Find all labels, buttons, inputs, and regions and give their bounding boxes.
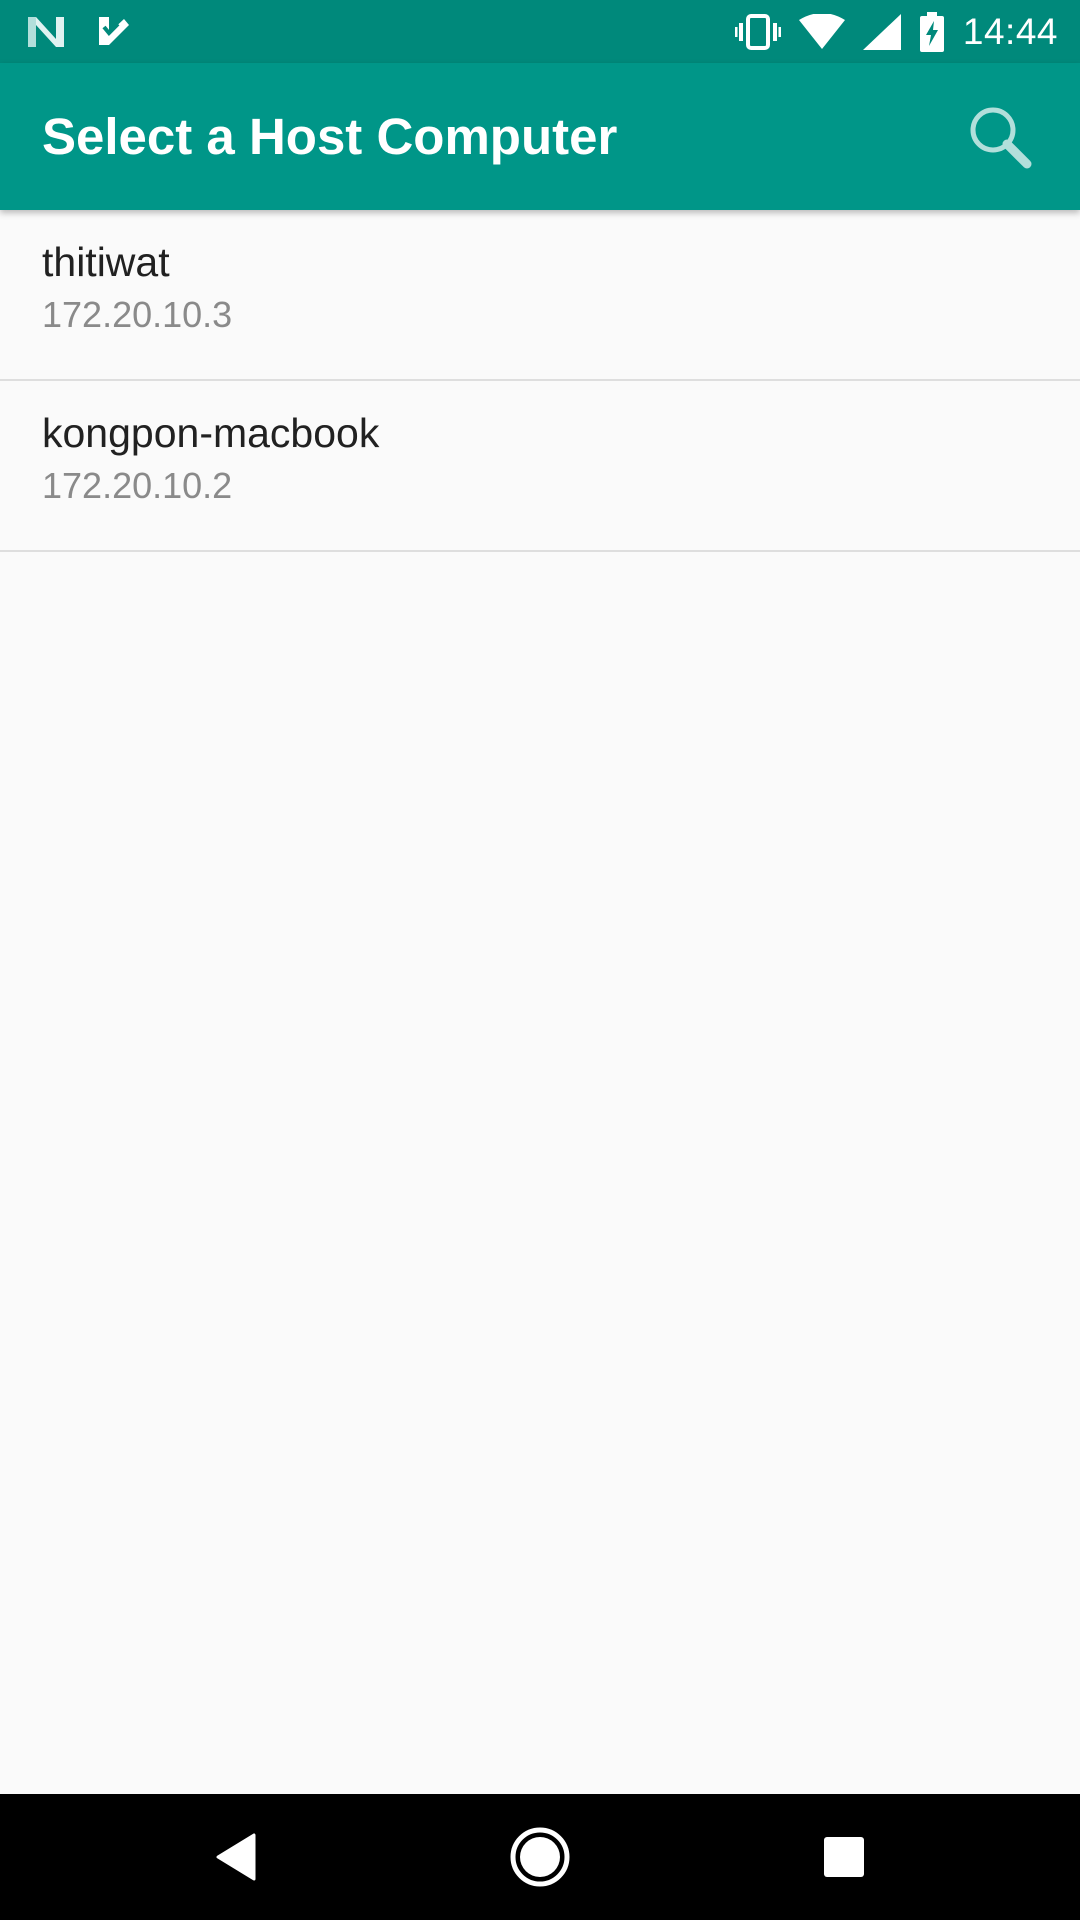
- battery-charging-icon: [919, 11, 945, 52]
- clock: 14:44: [962, 10, 1058, 52]
- search-button[interactable]: [960, 97, 1040, 177]
- host-name: kongpon-macbook: [42, 410, 380, 456]
- recents-icon: [823, 1836, 865, 1878]
- status-bar: 14:44: [0, 0, 1080, 63]
- status-notifications: [26, 15, 132, 49]
- n-notification-icon: [26, 15, 66, 49]
- home-icon: [509, 1826, 571, 1888]
- page-title: Select a Host Computer: [42, 108, 618, 165]
- list-item[interactable]: thitiwat 172.20.10.3: [0, 210, 1080, 381]
- navigation-bar: [0, 1794, 1080, 1920]
- vibrate-icon: [734, 13, 781, 50]
- back-button[interactable]: [166, 1794, 306, 1920]
- search-icon: [967, 104, 1033, 170]
- host-ip: 172.20.10.3: [42, 294, 233, 335]
- app-bar: Select a Host Computer: [0, 63, 1080, 210]
- check-notification-icon: [96, 15, 132, 49]
- cell-signal-icon: [862, 13, 901, 50]
- back-icon: [214, 1833, 258, 1881]
- home-button[interactable]: [470, 1794, 610, 1920]
- status-system-icons: 14:44: [734, 10, 1058, 53]
- list-item[interactable]: kongpon-macbook 172.20.10.2: [0, 381, 1080, 552]
- host-name: thitiwat: [42, 239, 170, 285]
- host-list: thitiwat 172.20.10.3 kongpon-macbook 172…: [0, 210, 1080, 552]
- wifi-icon: [798, 13, 845, 50]
- recents-button[interactable]: [774, 1794, 914, 1920]
- host-ip: 172.20.10.2: [42, 465, 233, 506]
